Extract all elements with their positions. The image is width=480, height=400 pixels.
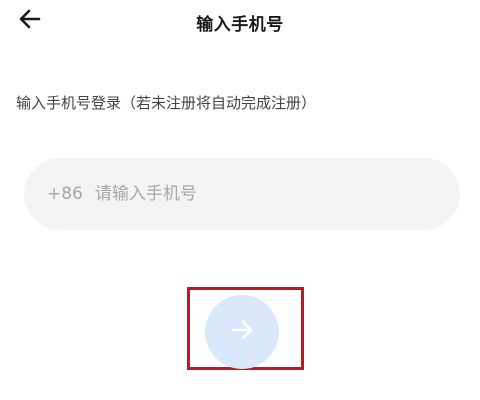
arrow-right-icon xyxy=(229,318,255,346)
phone-input[interactable] xyxy=(94,184,395,204)
next-button[interactable] xyxy=(205,295,279,369)
country-code[interactable]: +86 xyxy=(47,184,83,204)
login-instruction: 输入手机号登录（若未注册将自动完成注册） xyxy=(16,94,317,112)
phone-input-field[interactable]: +86 xyxy=(24,158,460,230)
page-title: 输入手机号 xyxy=(196,15,284,35)
header: 输入手机号 xyxy=(0,0,480,44)
